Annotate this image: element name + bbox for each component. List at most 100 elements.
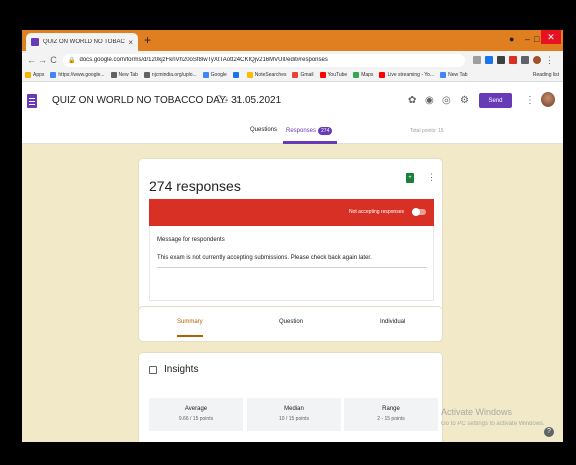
browser-window: QUIZ ON WORLD NO TOBACCO × + ● – □ ✕ ← →… (22, 30, 563, 442)
bookmark-item[interactable]: YouTube (319, 72, 347, 78)
youtube-icon (319, 72, 326, 78)
bookmark-item[interactable]: Live streaming - Yo... (379, 72, 434, 78)
browser-toolbar: ← → C 🔒 docs.google.com/forms/d/120kjzFk… (22, 51, 563, 69)
back-icon[interactable]: ← (26, 55, 37, 65)
google-icon (50, 72, 57, 78)
message-underline (157, 267, 427, 268)
globe-icon (110, 72, 117, 78)
accepting-responses-banner: Not accepting responses (149, 199, 434, 226)
youtube-icon (379, 72, 386, 78)
tab-responses-label: Responses (286, 128, 317, 134)
bookmark-item[interactable]: https://www.google... (50, 72, 105, 78)
insights-title: Insights (164, 364, 199, 375)
gmail-icon (292, 72, 299, 78)
activate-windows-subtitle: Go to PC settings to activate Windows. (441, 421, 545, 427)
stat-label: Average (184, 406, 208, 412)
bookmark-item[interactable]: NoteSearches (246, 72, 286, 78)
respondent-message-box: Message for respondents This exam is not… (149, 226, 434, 301)
reload-icon[interactable]: C (48, 55, 59, 65)
total-points: Total points: 15 (410, 128, 444, 134)
stat-label: Median (284, 406, 304, 412)
stat-average: Average 9.66 / 15 points (149, 398, 243, 431)
eye-icon[interactable]: ◎ (442, 96, 451, 106)
active-subtab-indicator (177, 335, 203, 337)
bookmark-item[interactable]: New Tab (110, 72, 138, 78)
not-accepting-label: Not accepting responses (348, 209, 404, 215)
activate-windows-title: Activate Windows (441, 407, 513, 417)
account-icon[interactable]: ● (509, 33, 514, 45)
bookmark-item[interactable]: Gmail (292, 72, 314, 78)
form-title[interactable]: QUIZ ON WORLD NO TOBACCO DAY- 31.05.2021 (52, 95, 281, 106)
google-forms-logo-icon[interactable] (27, 94, 37, 108)
forms-favicon-icon (31, 38, 39, 46)
tab-individual[interactable]: Individual (380, 319, 405, 325)
active-tab-indicator (283, 141, 337, 144)
help-icon[interactable]: ? (544, 427, 554, 437)
message-field[interactable]: This exam is not currently accepting sub… (157, 255, 372, 261)
stat-value: 9.66 / 15 points (178, 416, 214, 422)
send-button[interactable]: Send (479, 93, 512, 108)
responses-count-badge: 274 (318, 127, 333, 135)
more-options-icon[interactable]: ⋮ (427, 172, 436, 183)
tab-responses[interactable]: Responses 274 (286, 127, 333, 135)
folder-icon[interactable]: 🗀 (217, 96, 227, 106)
google-icon (202, 72, 209, 78)
close-window-icon[interactable]: ✕ (541, 30, 561, 44)
google-icon (440, 72, 447, 78)
star-bookmark-icon[interactable] (473, 56, 481, 64)
apps-icon (25, 72, 31, 78)
avatar[interactable] (541, 92, 555, 107)
chrome-menu-icon[interactable]: ⋮ (544, 55, 555, 66)
settings-icon[interactable]: ⚙ (460, 96, 469, 106)
forms-header: QUIZ ON WORLD NO TOBACCO DAY- 31.05.2021… (22, 82, 563, 119)
sheets-icon[interactable]: + (406, 173, 414, 183)
stat-label: Range (382, 406, 400, 412)
search-notes-icon (246, 72, 253, 78)
bookmark-item[interactable]: New Tab (440, 72, 468, 78)
minimize-icon[interactable]: – (525, 33, 530, 45)
bookmark-apps[interactable]: Apps (25, 72, 44, 78)
form-tabs: Questions Responses 274 Total points: 15 (22, 119, 563, 144)
tab-question[interactable]: Question (279, 319, 303, 325)
insights-icon (149, 366, 157, 374)
bookmarks-bar: Apps https://www.google... New Tab njcmi… (22, 69, 563, 82)
bookmark-item[interactable] (232, 72, 241, 78)
bookmark-item[interactable]: Google (202, 72, 227, 78)
customize-theme-icon[interactable]: ✿ (408, 96, 416, 106)
preview-icon[interactable]: ◉ (425, 96, 434, 106)
profile-avatar-icon[interactable] (533, 56, 541, 64)
bookmark-item[interactable]: Maps (353, 72, 373, 78)
maps-icon (353, 72, 360, 78)
stat-value: 2 - 15 points (377, 416, 405, 422)
insights-card: Insights Average 9.66 / 15 points Median… (138, 352, 443, 442)
puzzle-icon[interactable] (521, 56, 529, 64)
stat-value: 10 / 15 points (278, 416, 310, 422)
reading-list[interactable]: Reading list (533, 72, 559, 78)
forward-icon[interactable]: → (37, 55, 48, 65)
tab-questions[interactable]: Questions (250, 127, 277, 133)
globe-icon (143, 72, 150, 78)
blue-square-icon (232, 72, 239, 78)
tab-title: QUIZ ON WORLD NO TOBACCO (43, 39, 126, 45)
more-options-icon[interactable]: ⋮ (525, 96, 535, 106)
url-text: docs.google.com/forms/d/120kjzFknVh20oSf… (79, 57, 328, 63)
star-icon[interactable]: ☆ (233, 96, 242, 106)
address-bar[interactable]: 🔒 docs.google.com/forms/d/120kjzFknVh20o… (63, 53, 465, 67)
extension-icon[interactable] (485, 56, 493, 64)
summary-tabs-card: Summary Question Individual (138, 306, 443, 342)
stat-range: Range 2 - 15 points (344, 398, 438, 431)
extension-icon[interactable] (509, 56, 517, 64)
lock-icon: 🔒 (68, 57, 76, 64)
tab-strip: QUIZ ON WORLD NO TOBACCO × + ● – □ ✕ (22, 30, 563, 51)
browser-tab[interactable]: QUIZ ON WORLD NO TOBACCO × (26, 33, 138, 51)
new-tab-button[interactable]: + (144, 32, 151, 48)
bookmark-item[interactable]: njcmindia.org/uplo... (143, 72, 197, 78)
responses-count-title: 274 responses (149, 178, 241, 194)
accepting-responses-toggle[interactable] (412, 208, 426, 216)
tab-close-icon[interactable]: × (128, 38, 133, 47)
responses-card: 274 responses + ⋮ Not accepting response… (138, 158, 443, 330)
extension-icon[interactable] (497, 56, 505, 64)
message-label: Message for respondents (157, 237, 225, 243)
tab-summary[interactable]: Summary (177, 319, 203, 325)
maximize-icon[interactable]: □ (534, 33, 539, 45)
